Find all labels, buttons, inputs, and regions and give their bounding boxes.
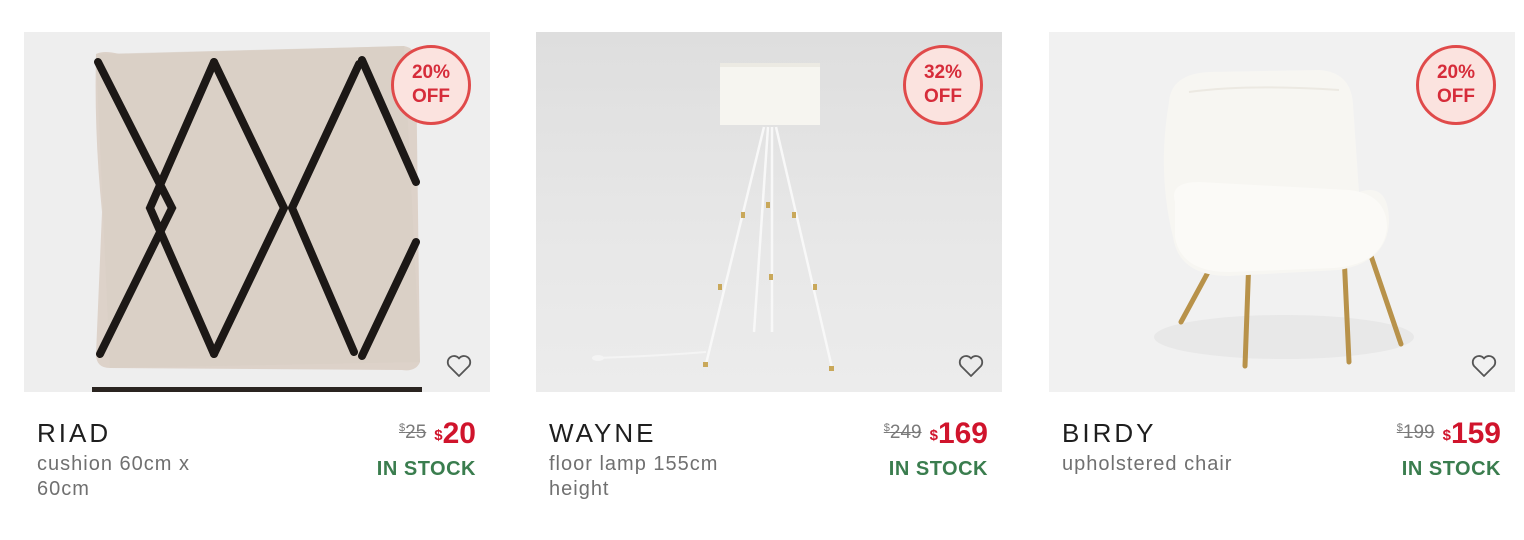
product-card[interactable]: 32% OFF WAYNE floor lamp 155cm height $2… (536, 32, 1002, 512)
sale-price: $159 (1442, 417, 1501, 450)
discount-badge: 32% OFF (903, 45, 983, 125)
price-block: $249 $169 (884, 416, 988, 452)
sale-price: $169 (929, 417, 988, 450)
stock-status: IN STOCK (1401, 458, 1501, 480)
discount-percent: 20% (411, 62, 451, 83)
price-block: $25 $20 (399, 416, 476, 452)
discount-percent: 32% (923, 62, 963, 83)
product-image-chair[interactable]: 20% OFF (1049, 32, 1515, 392)
discount-percent: 20% (1436, 62, 1476, 83)
product-name[interactable]: BIRDY (1062, 418, 1156, 449)
product-name[interactable]: WAYNE (549, 418, 656, 449)
heart-outline-icon[interactable] (958, 354, 984, 378)
discount-off: OFF (924, 86, 962, 107)
product-description: floor lamp 155cm height (549, 453, 719, 500)
price-block: $199 $159 (1397, 416, 1501, 452)
discount-badge: 20% OFF (391, 45, 471, 125)
sale-price: $20 (434, 417, 476, 450)
stock-status: IN STOCK (888, 458, 988, 480)
discount-badge: 20% OFF (1416, 45, 1496, 125)
stock-status: IN STOCK (376, 458, 476, 480)
heart-outline-icon[interactable] (446, 354, 472, 378)
product-card[interactable]: 20% OFF RIAD cushion 60cm x 60cm $25 $20… (24, 32, 490, 512)
product-image-cushion[interactable]: 20% OFF (24, 32, 490, 392)
original-price: $199 (1396, 422, 1435, 443)
product-name[interactable]: RIAD (37, 418, 111, 449)
discount-off: OFF (412, 86, 450, 107)
original-price: $25 (399, 422, 427, 443)
heart-outline-icon[interactable] (1471, 354, 1497, 378)
product-card[interactable]: 20% OFF BIRDY upholstered chair $199 $15… (1049, 32, 1515, 512)
original-price: $249 (883, 422, 922, 443)
product-image-floor-lamp[interactable]: 32% OFF (536, 32, 1002, 392)
product-description: upholstered chair (1062, 453, 1233, 475)
product-description: cushion 60cm x 60cm (37, 453, 190, 500)
discount-off: OFF (1437, 86, 1475, 107)
